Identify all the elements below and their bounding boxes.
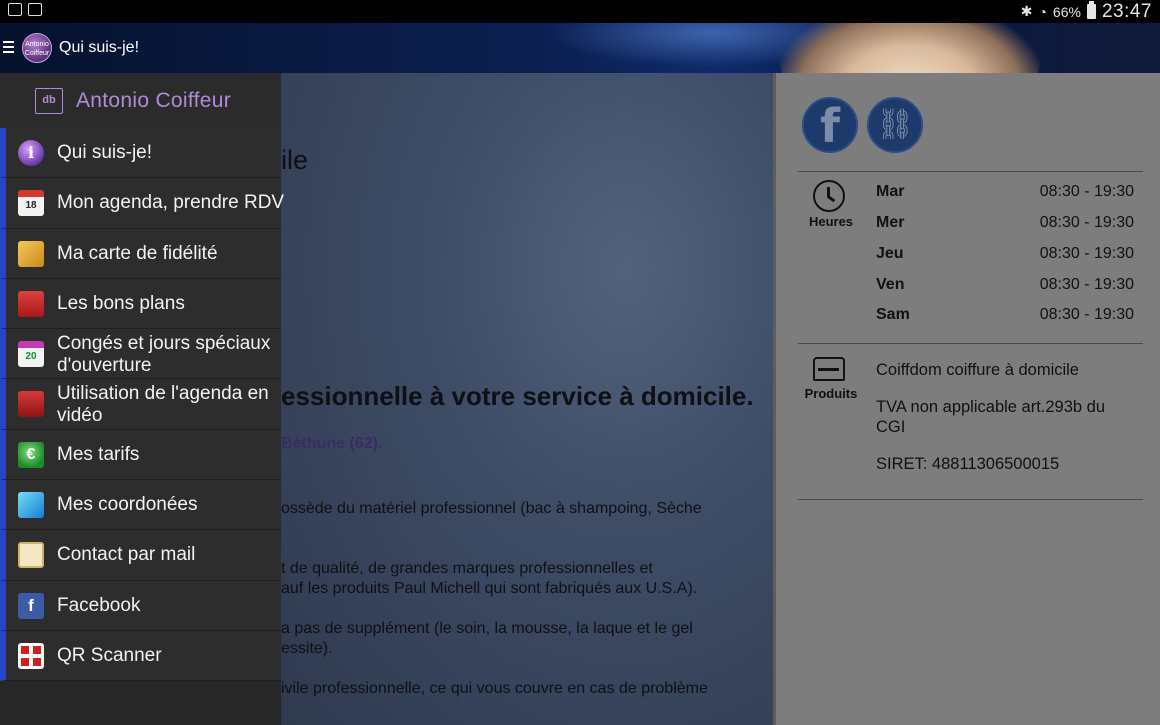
day-label: Jeu — [876, 245, 904, 262]
qr-code-icon — [18, 642, 44, 669]
info-icon: i — [18, 140, 44, 166]
paragraph-line: ivile professionnelle, ce qui vous couvr… — [281, 680, 708, 697]
time-range: 08:30 - 19:30 — [1039, 245, 1134, 262]
hours-row: Sam 08:30 - 19:30 — [876, 306, 1134, 328]
app-bar-title: Qui suis-je! — [59, 39, 140, 56]
app-logo[interactable]: Antonio Coiffeur — [22, 33, 52, 63]
clock-icon — [813, 180, 845, 212]
menu-item-qr-scanner[interactable]: QR Scanner — [0, 630, 281, 682]
hours-row: Mer 08:30 - 19:30 — [876, 214, 1134, 236]
day-label: Ven — [876, 276, 905, 293]
info-panel: f ⛓ Heures Mar 08:30 - 19:30 Mer 08:30 -… — [773, 73, 1160, 725]
status-bar: ✱ ◔ 66% 23:47 — [0, 0, 1160, 23]
task-notification-icon — [28, 3, 42, 16]
paragraph-line: ossède du matériel professionnel (bac à … — [281, 500, 702, 517]
menu-item-label: Contact par mail — [57, 544, 196, 566]
tva-notice: TVA non applicable art.293b du CGI — [876, 398, 1106, 436]
menu-item-prices[interactable]: € Mes tarifs — [0, 429, 281, 481]
contact-icon — [18, 492, 44, 519]
euro-icon: € — [18, 441, 44, 468]
header-background-photo — [780, 23, 1040, 73]
menu-item-agenda[interactable]: 18 Mon agenda, prendre RDV — [0, 178, 285, 229]
menu-item-label: Mes coordonées — [57, 494, 198, 516]
menu-item-contact-details[interactable]: Mes coordonées — [0, 480, 281, 531]
time-range: 08:30 - 19:30 — [1039, 276, 1134, 293]
hours-row: Mar 08:30 - 19:30 — [876, 183, 1134, 205]
menu-item-label: Les bons plans — [57, 292, 185, 314]
clock-time: 23:47 — [1101, 0, 1152, 22]
menu-item-label: QR Scanner — [57, 644, 162, 666]
time-range: 08:30 - 19:30 — [1039, 183, 1134, 200]
main-content: ile essionnelle à votre service à domici… — [281, 73, 773, 725]
day-label: Mer — [876, 214, 905, 231]
menu-item-qui-suis-je[interactable]: i Qui suis-je! — [0, 128, 281, 179]
drawer-footer — [0, 682, 281, 725]
video-icon — [18, 391, 44, 418]
menu-item-label: Facebook — [57, 594, 141, 616]
menu-item-label: Mes tarifs — [57, 443, 140, 465]
wifi-icon: ◔ — [1038, 3, 1047, 20]
time-range: 08:30 - 19:30 — [1039, 214, 1134, 231]
divider — [798, 171, 1143, 172]
menu-item-facebook[interactable]: f Facebook — [0, 580, 281, 631]
menu-item-video[interactable]: Utilisation de l'agenda en vidéo — [0, 379, 281, 430]
brand-logo-icon: db — [35, 88, 63, 114]
menu-item-label: Congés et jours spéciaux d'ouverture — [57, 333, 271, 377]
products-box-icon — [813, 357, 845, 381]
loyalty-card-icon — [18, 240, 44, 267]
facebook-icon: f — [18, 592, 44, 619]
menu-item-mail[interactable]: Contact par mail — [0, 530, 281, 581]
calendar-icon: 18 — [18, 190, 44, 217]
hours-row: Ven 08:30 - 19:30 — [876, 276, 1134, 298]
menu-item-label: Qui suis-je! — [57, 142, 153, 163]
hamburger-menu-icon[interactable] — [3, 41, 14, 56]
navigation-drawer: db Antonio Coiffeur i Qui suis-je! 18 Mo… — [0, 73, 285, 725]
mail-icon — [18, 542, 44, 569]
drawer-brand-name: Antonio Coiffeur — [76, 89, 232, 112]
paragraph-line: a pas de supplément (le soin, la mousse,… — [281, 620, 693, 637]
time-range: 08:30 - 19:30 — [1039, 306, 1134, 323]
menu-item-label: Utilisation de l'agenda en vidéo — [57, 383, 269, 427]
battery-percent: 66% — [1052, 3, 1081, 20]
battery-icon — [1086, 1, 1096, 19]
gmail-notification-icon — [8, 3, 22, 16]
facebook-icon[interactable]: f — [802, 97, 858, 153]
divider — [798, 499, 1143, 500]
products-label: Produits — [804, 386, 858, 401]
drawer-header: db Antonio Coiffeur — [0, 73, 281, 128]
paragraph-line: t de qualité, de grandes marques profess… — [281, 560, 653, 577]
menu-item-label: Ma carte de fidélité — [57, 242, 218, 264]
hours-row: Jeu 08:30 - 19:30 — [876, 245, 1134, 267]
app-bar: Antonio Coiffeur Qui suis-je! — [0, 23, 1160, 73]
siret-number: SIRET: 48811306500015 — [876, 455, 1060, 473]
company-name: Coiffdom coiffure à domicile — [876, 361, 1079, 379]
bluetooth-icon: ✱ — [1020, 3, 1033, 19]
paragraph-line: auf les produits Paul Michell qui sont f… — [281, 580, 698, 597]
link-icon[interactable]: ⛓ — [867, 97, 923, 153]
hours-label: Heures — [808, 214, 854, 229]
menu-item-holidays[interactable]: 20 Congés et jours spéciaux d'ouverture — [0, 329, 281, 380]
drawer-menu: i Qui suis-je! 18 Mon agenda, prendre RD… — [0, 128, 285, 682]
paragraph-line: essite). — [281, 640, 333, 657]
page-heading: ile — [281, 145, 309, 175]
menu-item-loyalty-card[interactable]: Ma carte de fidélité — [0, 228, 281, 279]
holiday-calendar-icon: 20 — [18, 341, 44, 368]
location-text: Béthune (62). — [281, 435, 383, 452]
day-label: Mar — [876, 183, 905, 200]
page-subheading: essionnelle à votre service à domicile. — [281, 381, 754, 411]
deals-icon — [18, 290, 44, 317]
day-label: Sam — [876, 306, 910, 323]
menu-item-label: Mon agenda, prendre RDV — [57, 192, 285, 214]
divider — [798, 343, 1143, 344]
menu-item-deals[interactable]: Les bons plans — [0, 278, 281, 330]
